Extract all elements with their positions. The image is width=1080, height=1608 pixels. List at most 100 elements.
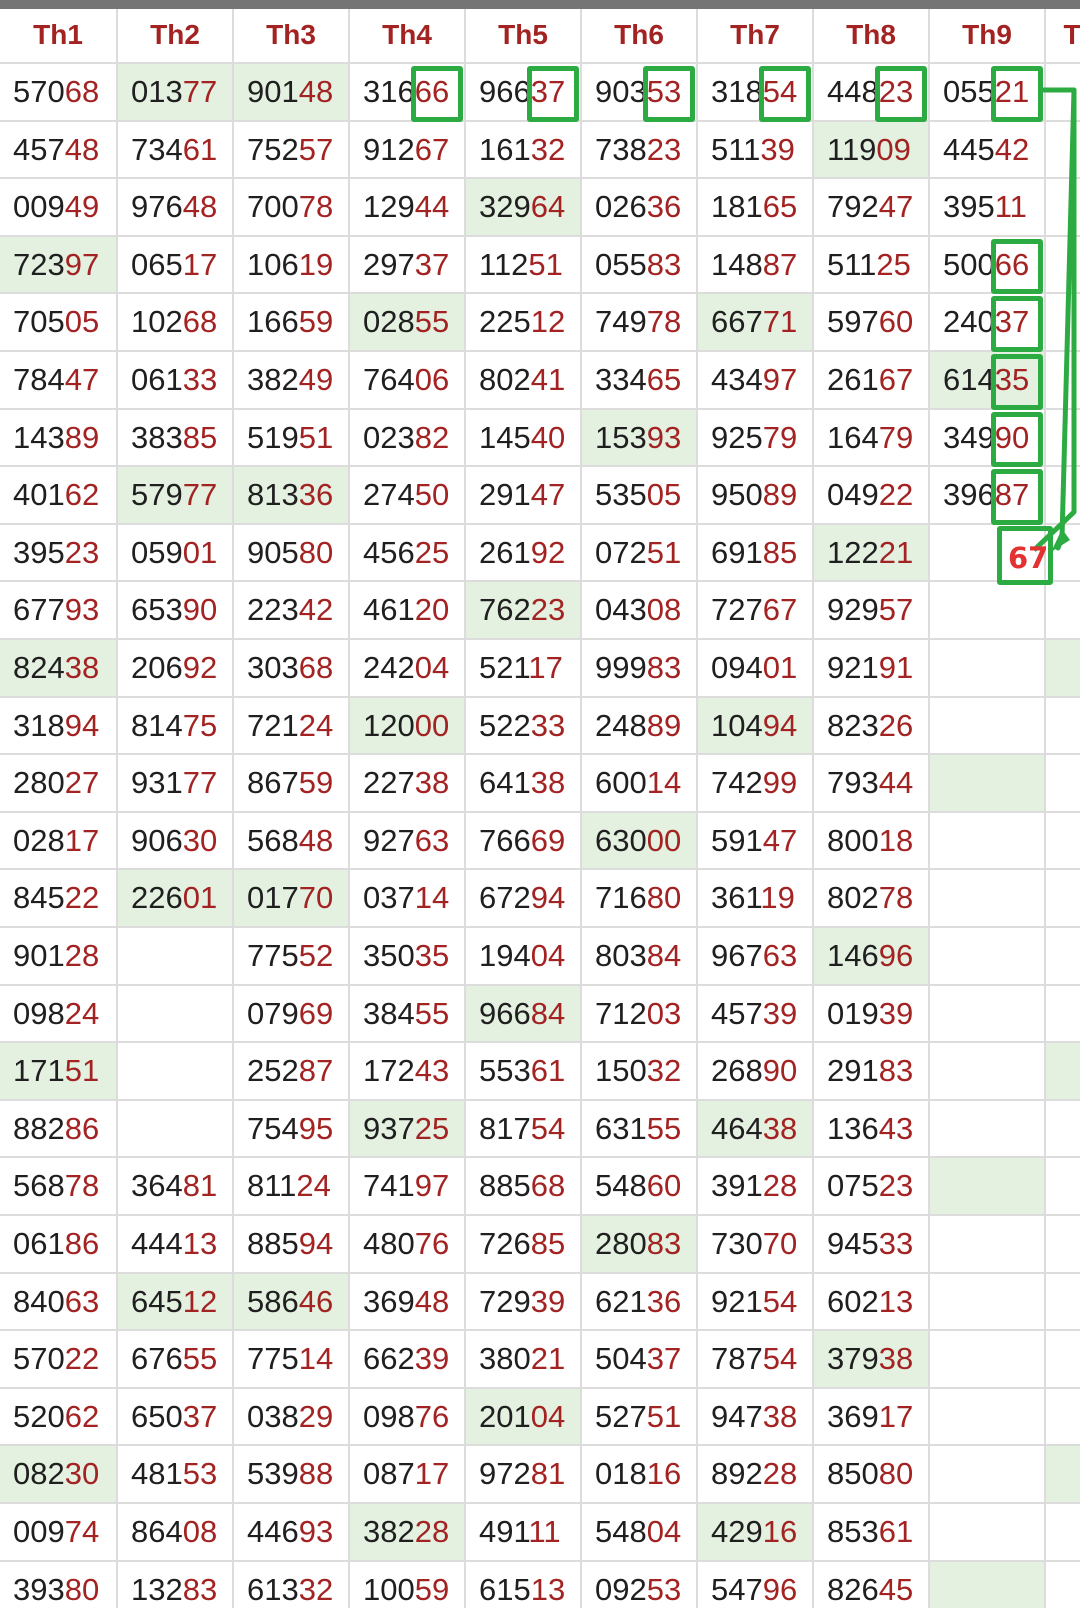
number-last-two-digits: 45 (878, 1571, 914, 1607)
table-cell: 30368 (234, 640, 350, 698)
table-cell: 12000 (350, 697, 466, 756)
number-last-two-digits: 52 (298, 938, 334, 973)
table-cell: 94533 (814, 1216, 930, 1274)
table-cell: 01816 (582, 1446, 698, 1504)
table-cell: 81336 (234, 467, 350, 525)
number-last-two-digits: 59 (414, 1571, 450, 1607)
number-prefix: 023 (363, 419, 415, 455)
table-cell: 63155 (582, 1100, 698, 1159)
number-last-two-digits: 28 (64, 938, 100, 973)
number-last-two-digits: 08 (182, 1514, 218, 1549)
number-last-two-digits: 48 (298, 822, 334, 858)
number-prefix: 723 (13, 246, 65, 282)
number-prefix: 065 (131, 246, 183, 282)
number-prefix: 009 (13, 189, 65, 225)
table-cell: 67294 (466, 870, 582, 928)
table-cell: 39380 (0, 1561, 118, 1608)
table-cell: 92957 (814, 582, 930, 640)
table-cell: 85080 (814, 1446, 930, 1504)
number-last-two-digits: 01 (762, 650, 798, 685)
table-cell: 29737 (350, 236, 466, 295)
table-cell: 02855 (350, 294, 466, 352)
table-cell: 72939 (466, 1273, 582, 1332)
number-prefix: 864 (131, 1514, 183, 1549)
number-last-two-digits: 29 (298, 1398, 334, 1434)
number-last-two-digits: 74 (64, 1514, 100, 1549)
table-cell: 52751 (582, 1388, 698, 1447)
table-cell: 05901 (118, 524, 234, 583)
table-cell: 14389 (0, 409, 118, 468)
number-prefix: 999 (595, 650, 647, 685)
number-last-two-digits: 76 (414, 1398, 450, 1434)
number-last-two-digits: 36 (646, 1283, 682, 1319)
table-cell: 67655 (118, 1331, 234, 1389)
number-prefix: 775 (247, 1341, 299, 1377)
table-cell: 32964 (466, 179, 582, 237)
table-cell: 85361 (814, 1504, 930, 1562)
number-last-two-digits: 54 (762, 1341, 798, 1377)
number-prefix: 349 (943, 419, 995, 455)
table-cell: 76669 (466, 812, 582, 871)
table-cell: 70078 (234, 179, 350, 237)
number-prefix: 395 (943, 189, 995, 225)
number-last-two-digits: 24 (64, 995, 100, 1031)
number-prefix: 201 (479, 1398, 531, 1434)
number-prefix: 749 (595, 304, 647, 340)
table-cell (930, 1388, 1046, 1447)
number-prefix: 049 (827, 477, 879, 513)
column-header-th2: Th2 (118, 9, 234, 64)
number-prefix: 119 (827, 131, 877, 167)
number-last-two-digits: 23 (646, 131, 682, 167)
number-prefix: 297 (363, 246, 415, 282)
number-prefix: 248 (595, 707, 647, 743)
number-prefix: 172 (363, 1053, 415, 1089)
number-last-two-digits: 51 (528, 246, 563, 282)
table-cell: 60213 (814, 1273, 930, 1332)
number-last-two-digits: 12 (182, 1283, 218, 1319)
annotation-box (759, 66, 811, 122)
number-last-two-digits: 00 (414, 707, 450, 743)
number-prefix: 615 (479, 1571, 531, 1607)
table-cell: 52233 (466, 697, 582, 756)
table-cell: 80278 (814, 870, 930, 928)
number-prefix: 597 (827, 304, 879, 340)
table-cell (1046, 1043, 1080, 1101)
table-cell: 52117 (466, 640, 582, 698)
number-last-two-digits: 71 (762, 304, 798, 340)
table-cell: 58646 (234, 1273, 350, 1332)
number-prefix: 098 (13, 995, 65, 1031)
number-prefix: 570 (13, 1341, 65, 1377)
number-last-two-digits: 04 (530, 938, 566, 973)
table-cell: 45748 (0, 121, 118, 180)
table-cell: 89228 (698, 1446, 814, 1504)
number-last-two-digits: 06 (414, 362, 450, 397)
number-last-two-digits: 53 (646, 1571, 682, 1607)
number-prefix: 457 (13, 131, 65, 167)
number-prefix: 738 (595, 131, 647, 167)
number-last-two-digits: 47 (762, 822, 798, 858)
table-cell: 79247 (814, 179, 930, 237)
number-prefix: 120 (363, 707, 415, 743)
table-cell: 25287 (234, 1043, 350, 1101)
table-cell: 90630 (118, 812, 234, 871)
number-prefix: 570 (13, 74, 65, 109)
annotation-box (643, 66, 695, 122)
number-prefix: 504 (595, 1341, 647, 1377)
table-cell: 44542 (930, 121, 1046, 180)
number-last-two-digits: 83 (646, 650, 682, 685)
number-prefix: 672 (479, 880, 531, 916)
number-last-two-digits: 78 (646, 304, 682, 340)
number-prefix: 028 (363, 304, 415, 340)
number-prefix: 318 (13, 707, 65, 743)
table-cell: 77514 (234, 1331, 350, 1389)
number-prefix: 009 (13, 1514, 65, 1549)
table-cell (930, 928, 1046, 986)
number-last-two-digits: 64 (530, 189, 566, 225)
number-prefix: 334 (595, 362, 647, 397)
number-prefix: 457 (711, 995, 763, 1031)
number-last-two-digits: 30 (64, 1456, 100, 1492)
number-last-two-digits: 44 (414, 189, 450, 225)
table-cell: 40162 (0, 467, 118, 525)
table-cell: 65037 (118, 1388, 234, 1447)
table-cell: 88594 (234, 1216, 350, 1274)
